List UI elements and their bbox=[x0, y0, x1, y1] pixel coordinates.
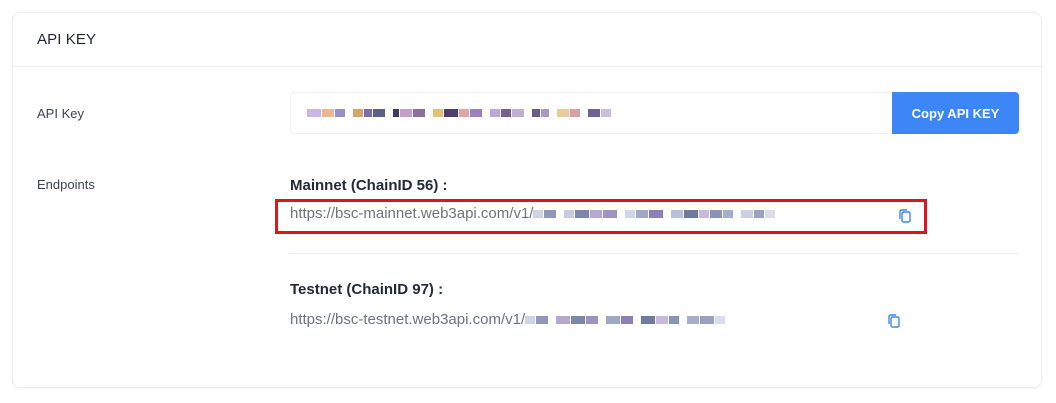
highlight-box bbox=[275, 199, 927, 234]
api-key-label: API Key bbox=[37, 106, 84, 121]
copy-api-key-button[interactable]: Copy API KEY bbox=[892, 92, 1019, 134]
endpoints-label: Endpoints bbox=[37, 177, 95, 192]
mainnet-title: Mainnet (ChainID 56) : bbox=[290, 177, 448, 194]
redacted-api-key bbox=[307, 106, 611, 120]
divider bbox=[290, 253, 1019, 254]
copy-testnet-icon[interactable] bbox=[886, 313, 902, 329]
api-key-field[interactable] bbox=[290, 92, 892, 134]
testnet-url-prefix: https://bsc-testnet.web3api.com/v1/ bbox=[290, 311, 526, 328]
api-key-card: API KEY API Key Copy API KEY Endpoints M… bbox=[12, 12, 1042, 388]
testnet-title: Testnet (ChainID 97) : bbox=[290, 281, 444, 298]
card-header: API KEY bbox=[13, 13, 1041, 67]
redacted-testnet-key bbox=[525, 313, 726, 327]
testnet-endpoint-url[interactable]: https://bsc-testnet.web3api.com/v1/ bbox=[290, 311, 726, 328]
card-title: API KEY bbox=[37, 31, 97, 48]
copy-mainnet-icon[interactable] bbox=[897, 208, 913, 224]
